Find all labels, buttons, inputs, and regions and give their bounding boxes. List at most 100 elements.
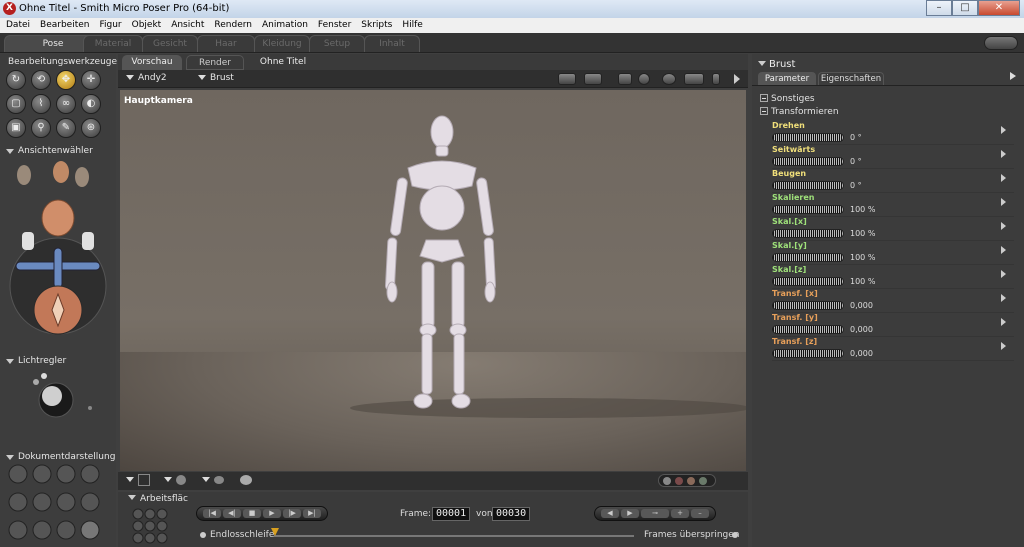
tab-kleidung[interactable]: Kleidung <box>254 35 310 52</box>
menu-datei[interactable]: Datei <box>0 18 34 33</box>
go-start-icon[interactable]: |◀ <box>203 509 221 518</box>
menu-fenster[interactable]: Fenster <box>312 18 355 33</box>
param-transf-z[interactable]: Transf. [z] 0,000 <box>772 337 1014 361</box>
rotate-tool-icon[interactable]: ↻ <box>6 70 26 90</box>
menu-skripts[interactable]: Skripts <box>355 18 396 33</box>
param-dial[interactable] <box>772 133 844 142</box>
tab-eigenschaften[interactable]: Eigenschaften <box>818 72 884 85</box>
param-skal-y[interactable]: Skal.[y] 100 % <box>772 241 1014 265</box>
param-value[interactable]: 0,000 <box>850 349 873 358</box>
tab-setup[interactable]: Setup <box>309 35 365 52</box>
panel-options-icon[interactable] <box>1010 72 1016 80</box>
prev-key-icon[interactable]: ◀| <box>223 509 241 518</box>
camera-icon[interactable] <box>558 73 576 85</box>
go-end-icon[interactable]: ▶| <box>303 509 321 518</box>
add-key-icon[interactable]: + <box>671 509 689 518</box>
param-value[interactable]: 0 ° <box>850 181 862 190</box>
display-mode-icon[interactable] <box>618 73 632 85</box>
light-controls-widget[interactable] <box>28 372 98 422</box>
collapse-icon[interactable] <box>128 495 136 500</box>
taper-tool-icon[interactable]: ⌇ <box>31 94 51 114</box>
grouping-tool-icon[interactable]: ▣ <box>6 118 26 138</box>
tab-inhalt[interactable]: Inhalt <box>364 35 420 52</box>
view-magnifier-icon[interactable]: ⚲ <box>31 118 51 138</box>
ground-color-icon[interactable] <box>214 476 224 484</box>
param-value[interactable]: 100 % <box>850 229 875 238</box>
tab-gesicht[interactable]: Gesicht <box>142 35 198 52</box>
param-dial[interactable] <box>772 301 844 310</box>
group-sonstiges[interactable]: Sonstiges <box>760 94 815 104</box>
param-dial[interactable] <box>772 253 844 262</box>
document-display-header[interactable]: Dokumentdarstellung <box>0 450 116 464</box>
param-skal-z[interactable]: Skal.[z] 100 % <box>772 265 1014 289</box>
param-transf-x[interactable]: Transf. [x] 0,000 <box>772 289 1014 313</box>
camera-controls-header[interactable]: Ansichtenwähler <box>0 144 116 158</box>
menu-hilfe[interactable]: Hilfe <box>396 18 426 33</box>
menu-animation[interactable]: Animation <box>256 18 312 33</box>
room-help-icon[interactable] <box>984 36 1018 50</box>
figure-select[interactable]: Andy2 <box>126 73 167 83</box>
param-menu-icon[interactable] <box>1001 270 1006 278</box>
scale-tool-icon[interactable]: ▢ <box>6 94 26 114</box>
menu-objekt[interactable]: Objekt <box>126 18 166 33</box>
move-camera-icon[interactable] <box>684 73 704 85</box>
tab-parameter[interactable]: Parameter <box>758 72 816 85</box>
param-menu-icon[interactable] <box>1001 318 1006 326</box>
param-dial[interactable] <box>772 181 844 190</box>
param-dial[interactable] <box>772 157 844 166</box>
maximize-button[interactable]: □ <box>952 0 978 16</box>
param-drehen[interactable]: Drehen 0 ° <box>772 121 1014 145</box>
3d-viewport[interactable] <box>120 90 746 471</box>
stop-icon[interactable]: ■ <box>243 509 261 518</box>
param-value[interactable]: 100 % <box>850 253 875 262</box>
menu-figur[interactable]: Figur <box>93 18 125 33</box>
param-dial[interactable] <box>772 229 844 238</box>
menu-rendern[interactable]: Rendern <box>208 18 256 33</box>
group-transformieren[interactable]: Transformieren <box>760 107 839 117</box>
ground-menu-icon[interactable] <box>202 477 210 482</box>
viewport-options-icon[interactable] <box>734 74 740 84</box>
timeline-scrubber-icon[interactable] <box>271 528 279 536</box>
body-part-select[interactable]: Brust <box>198 73 234 83</box>
param-dial[interactable] <box>772 277 844 286</box>
camera-view-icon[interactable] <box>584 73 602 85</box>
menu-bearbeiten[interactable]: Bearbeiten <box>34 18 93 33</box>
minimize-button[interactable]: – <box>926 0 952 16</box>
memory-dots-grid[interactable] <box>132 508 172 544</box>
direct-manipulation-icon[interactable]: ⊛ <box>81 118 101 138</box>
param-menu-icon[interactable] <box>1001 198 1006 206</box>
param-transf-y[interactable]: Transf. [y] 0,000 <box>772 313 1014 337</box>
param-menu-icon[interactable] <box>1001 294 1006 302</box>
display-dots-widget[interactable] <box>658 474 716 487</box>
param-beugen[interactable]: Beugen 0 ° <box>772 169 1014 193</box>
translate-in-out-tool-icon[interactable]: ✛ <box>81 70 101 90</box>
param-skal-x[interactable]: Skal.[x] 100 % <box>772 217 1014 241</box>
next-frame-icon[interactable]: ▶ <box>621 509 639 518</box>
param-menu-icon[interactable] <box>1001 222 1006 230</box>
skip-radio-icon[interactable] <box>732 532 738 538</box>
timeline-slider-track[interactable] <box>274 535 634 537</box>
param-menu-icon[interactable] <box>1001 246 1006 254</box>
camera-controls-widget[interactable] <box>4 160 112 346</box>
current-frame-field[interactable]: 00001 <box>432 507 471 521</box>
param-menu-icon[interactable] <box>1001 126 1006 134</box>
tab-render[interactable]: Render <box>186 55 244 70</box>
translate-tool-icon[interactable]: ✥ <box>56 70 76 90</box>
param-dial[interactable] <box>772 325 844 334</box>
param-value[interactable]: 0 ° <box>850 133 862 142</box>
param-menu-icon[interactable] <box>1001 342 1006 350</box>
param-dial[interactable] <box>772 205 844 214</box>
param-menu-icon[interactable] <box>1001 150 1006 158</box>
toggle-icon[interactable] <box>712 73 720 85</box>
prev-frame-icon[interactable]: ◀ <box>601 509 619 518</box>
param-seitwaerts[interactable]: Seitwärts 0 ° <box>772 145 1014 169</box>
morph-brush-icon[interactable]: ✎ <box>56 118 76 138</box>
param-dial[interactable] <box>772 349 844 358</box>
chain-break-tool-icon[interactable]: ∞ <box>56 94 76 114</box>
param-value[interactable]: 0,000 <box>850 301 873 310</box>
total-frames-field[interactable]: 00030 <box>492 507 531 521</box>
tab-vorschau[interactable]: Vorschau <box>122 55 182 70</box>
param-menu-icon[interactable] <box>1001 174 1006 182</box>
tab-document[interactable]: Ohne Titel <box>248 55 318 70</box>
mannequin-figure[interactable] <box>120 90 746 471</box>
